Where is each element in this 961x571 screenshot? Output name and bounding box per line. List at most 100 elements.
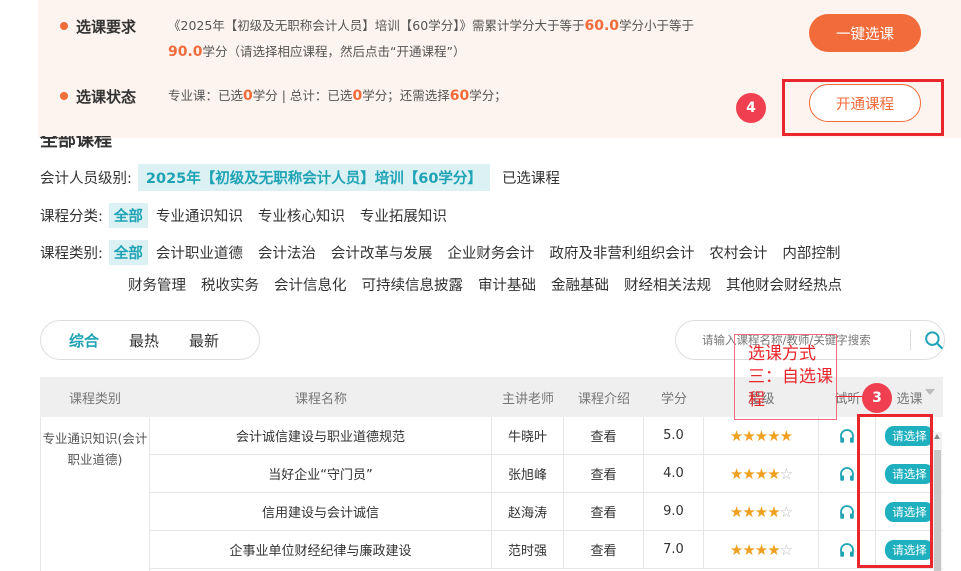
star-filled-icon: ★ bbox=[729, 426, 743, 445]
type-option[interactable]: 其他财会财经热点 bbox=[726, 274, 842, 295]
course-name[interactable]: 企事业单位财经纪律与廉政建设 bbox=[150, 530, 492, 569]
star-filled-icon: ★ bbox=[729, 502, 743, 521]
type-option[interactable]: 会计信息化 bbox=[274, 274, 347, 295]
header-category: 课程类别 bbox=[68, 391, 121, 407]
table-body: 专业通识知识(会计职业道德) 会计诚信建设与职业道德规范 牛晓叶 查看 5.0 ★★★★… bbox=[40, 416, 943, 571]
type-option[interactable]: 金融基础 bbox=[551, 274, 609, 295]
star-rating: ★★★★☆ bbox=[729, 502, 793, 521]
level-filter-row: 会计人员级别: 2025年【初级及无职称会计人员】培训【60学分】 已选课程 bbox=[40, 164, 560, 191]
status-part: 专业课：已选 bbox=[168, 88, 244, 103]
course-credit: 9.0 bbox=[644, 492, 704, 531]
status-row: 选课状态 专业课：已选0学分 | 总计：已选0学分；还需选择60学分； bbox=[60, 86, 768, 107]
course-stars: ★★★★☆ bbox=[704, 530, 819, 569]
step-badge-3: 3 bbox=[862, 383, 892, 413]
requirement-row: 选课要求 《2025年【初级及无职称会计人员】培训【60学分】》需累计学分大于等… bbox=[60, 16, 768, 65]
search-divider bbox=[909, 330, 911, 350]
star-empty-icon: ☆ bbox=[779, 464, 793, 483]
table-row: 企事业单位财经纪律与廉政建设 范时强 查看 7.0 ★★★★☆ 请选择 bbox=[150, 530, 943, 569]
category-option[interactable]: 专业核心知识 bbox=[258, 205, 345, 226]
tab-comprehensive[interactable]: 综合 bbox=[69, 330, 99, 351]
star-filled-icon: ★ bbox=[767, 426, 780, 445]
category-filter-label: 课程分类: bbox=[40, 209, 103, 225]
header-name: 课程名称 bbox=[294, 391, 347, 407]
type-option[interactable]: 审计基础 bbox=[478, 274, 536, 295]
open-course-highlight-box bbox=[782, 79, 944, 136]
type-option[interactable]: 财务管理 bbox=[128, 274, 186, 295]
tab-hottest[interactable]: 最热 bbox=[129, 330, 159, 351]
course-credit: 5.0 bbox=[644, 416, 704, 455]
type-option[interactable]: 农村会计 bbox=[709, 242, 767, 263]
star-rating: ★★★★☆ bbox=[729, 540, 793, 559]
star-empty-icon: ☆ bbox=[779, 540, 793, 559]
sort-tabs: 综合 最热 最新 bbox=[40, 320, 260, 360]
category-filter-row: 课程分类: 全部 专业通识知识 专业核心知识 专业拓展知识 bbox=[40, 203, 462, 228]
type-option[interactable]: 财经相关法规 bbox=[624, 274, 711, 295]
select-column-dropdown-icon[interactable] bbox=[925, 389, 935, 395]
one-click-select-button[interactable]: 一键选课 bbox=[809, 14, 921, 52]
star-filled-icon: ★ bbox=[767, 464, 780, 483]
status-part: 学分； bbox=[469, 88, 507, 103]
course-stars: ★★★★☆ bbox=[704, 492, 819, 531]
max-credit: 90.0 bbox=[168, 44, 203, 60]
table-row: 会计诚信建设与职业道德规范 牛晓叶 查看 5.0 ★★★★★ 请选择 bbox=[150, 416, 943, 455]
headphone-icon[interactable] bbox=[838, 465, 856, 483]
star-filled-icon: ★ bbox=[767, 502, 780, 521]
type-option[interactable]: 内部控制 bbox=[782, 242, 840, 263]
search-icon[interactable] bbox=[923, 329, 944, 351]
status-text: 专业课：已选0学分 | 总计：已选0学分；还需选择60学分； bbox=[168, 86, 768, 106]
star-filled-icon: ★ bbox=[779, 426, 793, 445]
all-courses-heading-text: 全部课程 bbox=[40, 136, 112, 150]
course-credit: 7.0 bbox=[644, 530, 704, 569]
course-stars: ★★★★☆ bbox=[704, 454, 819, 493]
header-teacher: 主讲老师 bbox=[501, 391, 554, 407]
course-name[interactable]: 信用建设与会计诚信 bbox=[150, 492, 492, 531]
status-label: 选课状态 bbox=[76, 88, 137, 106]
step-badge-4: 4 bbox=[736, 93, 766, 123]
type-option-all[interactable]: 全部 bbox=[108, 240, 148, 265]
status-part: 学分；还需选择 bbox=[362, 88, 450, 103]
category-option[interactable]: 专业通识知识 bbox=[156, 205, 243, 226]
type-option[interactable]: 可持续信息披露 bbox=[362, 274, 464, 295]
category-option-all[interactable]: 全部 bbox=[108, 203, 148, 228]
type-option[interactable]: 会计法治 bbox=[258, 242, 316, 263]
requirement-text: 《2025年【初级及无职称会计人员】培训【60学分】》需累计学分大于等于60.0… bbox=[168, 13, 768, 65]
star-filled-icon: ★ bbox=[767, 540, 780, 559]
requirement-label: 选课要求 bbox=[76, 18, 137, 36]
type-option[interactable]: 税收实务 bbox=[201, 274, 259, 295]
scrollbar-thumb[interactable] bbox=[934, 450, 941, 571]
headphone-icon[interactable] bbox=[838, 427, 856, 445]
annotation-connector bbox=[837, 396, 863, 397]
scroll-up-icon[interactable] bbox=[934, 434, 940, 439]
type-option[interactable]: 政府及非营利组织会计 bbox=[549, 242, 694, 263]
select-column-highlight-box bbox=[857, 414, 933, 568]
level-option-selected[interactable]: 2025年【初级及无职称会计人员】培训【60学分】 bbox=[137, 164, 490, 191]
type-filter-row: 课程类别: 全部 会计职业道德 会计法治 会计改革与发展 企业财务会计 政府及非… bbox=[40, 240, 840, 265]
course-intro-link[interactable]: 查看 bbox=[564, 454, 644, 493]
headphone-icon[interactable] bbox=[838, 541, 856, 559]
type-option[interactable]: 企业财务会计 bbox=[447, 242, 534, 263]
course-teacher: 张旭峰 bbox=[492, 454, 564, 493]
tab-newest[interactable]: 最新 bbox=[189, 330, 219, 351]
course-name[interactable]: 会计诚信建设与职业道德规范 bbox=[150, 416, 492, 455]
course-credit: 4.0 bbox=[644, 454, 704, 493]
star-filled-icon: ★ bbox=[729, 540, 743, 559]
type-option[interactable]: 会计改革与发展 bbox=[331, 242, 433, 263]
requirement-prefix: 《2025年【初级及无职称会计人员】培训【60学分】》需累计学分大于等于 bbox=[168, 18, 585, 33]
course-intro-link[interactable]: 查看 bbox=[564, 530, 644, 569]
course-intro-link[interactable]: 查看 bbox=[564, 492, 644, 531]
headphone-icon[interactable] bbox=[838, 503, 856, 521]
header-credit: 学分 bbox=[660, 391, 687, 407]
course-name[interactable]: 当好企业“守门员” bbox=[150, 454, 492, 493]
remaining-credit: 60 bbox=[449, 88, 470, 104]
star-filled-icon: ★ bbox=[754, 540, 768, 559]
table-row: 信用建设与会计诚信 赵海涛 查看 9.0 ★★★★☆ 请选择 bbox=[150, 492, 943, 531]
course-teacher: 牛晓叶 bbox=[492, 416, 564, 455]
table-row: 当好企业“守门员” 张旭峰 查看 4.0 ★★★★☆ 请选择 bbox=[150, 454, 943, 493]
requirement-suffix: 学分（请选择相应课程，然后点击“开通课程”） bbox=[202, 44, 466, 59]
category-option[interactable]: 专业拓展知识 bbox=[360, 205, 447, 226]
level-option-selected-courses[interactable]: 已选课程 bbox=[502, 167, 560, 188]
course-intro-link[interactable]: 查看 bbox=[564, 416, 644, 455]
type-option[interactable]: 会计职业道德 bbox=[156, 242, 243, 263]
star-rating: ★★★★★ bbox=[729, 426, 793, 445]
header-intro: 课程介绍 bbox=[577, 391, 630, 407]
